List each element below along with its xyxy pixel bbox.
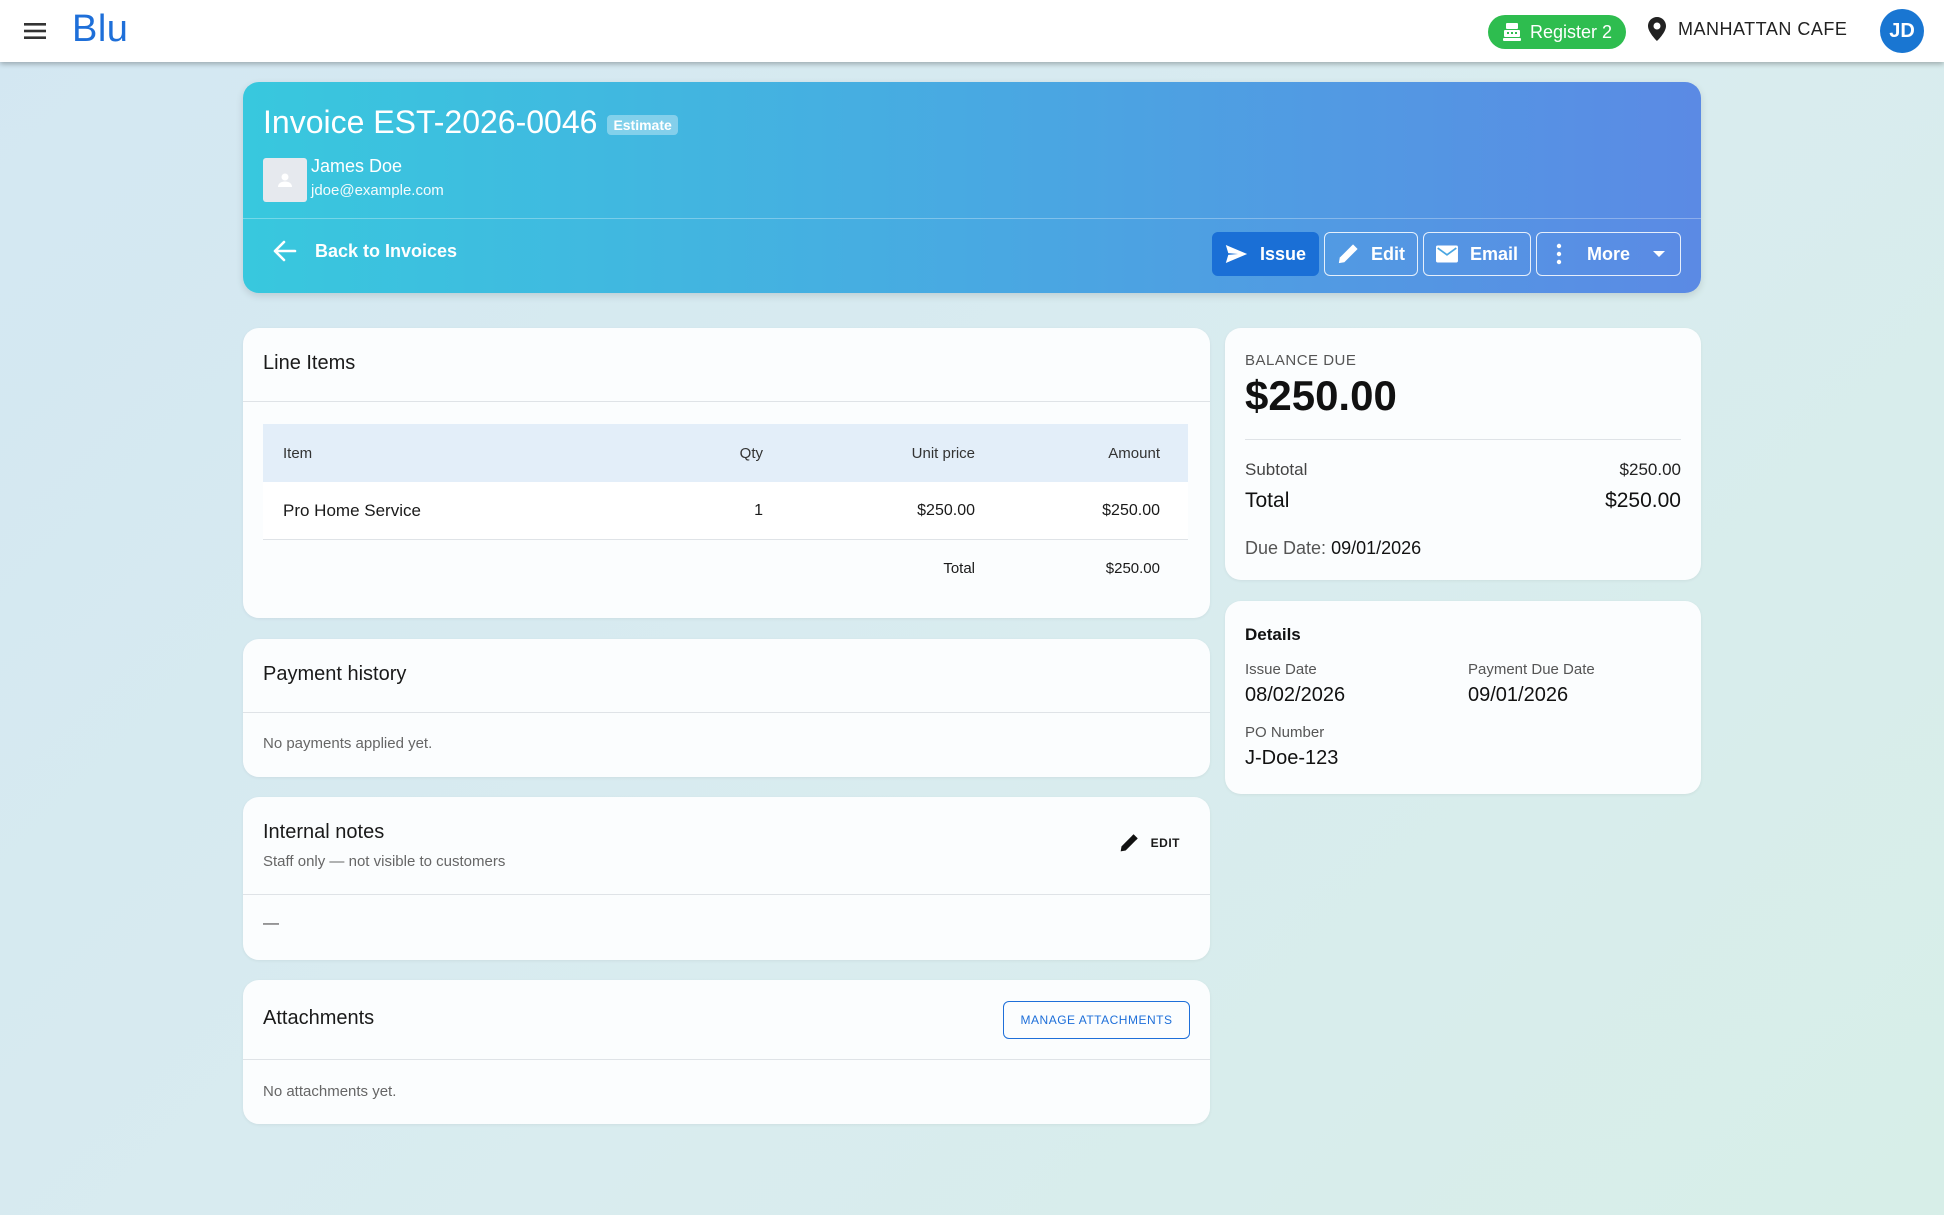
details-card: Details Issue Date 08/02/2026 Payment Du… xyxy=(1225,601,1701,794)
invoice-header: Invoice EST-2026-0046 Estimate James Doe… xyxy=(243,82,1701,293)
invoice-title: Invoice EST-2026-0046 xyxy=(263,104,598,140)
row-amount: $250.00 xyxy=(1102,501,1160,519)
total-label: Total xyxy=(943,559,975,577)
email-label: Email xyxy=(1469,243,1518,264)
issue-date-label: Issue Date xyxy=(1245,661,1317,678)
menu-icon xyxy=(24,23,46,39)
balance-total-label: Total xyxy=(1245,489,1290,512)
customer-avatar xyxy=(263,158,307,202)
column-header-amount: Amount xyxy=(1108,444,1160,462)
attachments-empty: No attachments yet. xyxy=(263,1083,397,1100)
edit-label: Edit xyxy=(1371,243,1405,264)
table-row[interactable]: Pro Home Service 1 $250.00 $250.00 xyxy=(263,482,1188,540)
cash-register-icon xyxy=(1502,23,1521,41)
subtotal-label: Subtotal xyxy=(1245,460,1308,479)
menu-button[interactable] xyxy=(20,15,52,47)
user-avatar[interactable]: JD xyxy=(1880,9,1924,53)
back-link-label: Back to Invoices xyxy=(315,240,458,261)
location-selector[interactable]: MANHATTAN CAFE xyxy=(1648,17,1847,41)
due-date-value: 09/01/2026 xyxy=(1331,538,1422,558)
register-label: Register 2 xyxy=(1529,21,1613,42)
payment-due-date-value: 09/01/2026 xyxy=(1468,684,1569,706)
top-app-bar: Blu Register 2 MANHATTAN CAFE JD xyxy=(0,0,1944,62)
subtotal-row: Subtotal $250.00 xyxy=(1245,460,1681,480)
send-icon xyxy=(1225,244,1248,264)
card-divider xyxy=(243,894,1210,895)
customer-name[interactable]: James Doe xyxy=(311,156,402,177)
due-date-row: Due Date: 09/01/2026 xyxy=(1245,538,1421,559)
line-items-table: Item Qty Unit price Amount Pro Home Serv… xyxy=(263,424,1188,596)
balance-total-value: $250.00 xyxy=(1605,489,1681,512)
payment-history-title: Payment history xyxy=(263,663,407,685)
total-row: Total $250.00 xyxy=(1245,489,1681,513)
manage-attachments-button[interactable]: MANAGE ATTACHMENTS xyxy=(1003,1001,1190,1039)
issue-label: Issue xyxy=(1259,243,1306,264)
header-divider xyxy=(243,218,1701,219)
location-pin-icon xyxy=(1648,17,1666,41)
total-value: $250.00 xyxy=(1105,559,1160,577)
row-qty: 1 xyxy=(754,501,763,519)
register-chip[interactable]: Register 2 xyxy=(1488,15,1626,49)
column-header-qty: Qty xyxy=(739,444,763,462)
row-unit-price: $250.00 xyxy=(917,501,975,519)
brand-logo[interactable]: Blu xyxy=(72,8,128,51)
attachments-card: Attachments MANAGE ATTACHMENTS No attach… xyxy=(243,980,1210,1124)
pencil-icon xyxy=(1338,244,1358,264)
invoice-actions: Issue Edit Email More xyxy=(1212,232,1681,276)
card-divider xyxy=(243,401,1210,402)
details-title: Details xyxy=(1245,625,1301,644)
edit-notes-button[interactable]: EDIT xyxy=(1119,833,1180,853)
issue-button[interactable]: Issue xyxy=(1212,232,1319,276)
status-badge: Estimate xyxy=(607,114,678,135)
line-items-card: Line Items Item Qty Unit price Amount Pr… xyxy=(243,328,1210,618)
payment-due-date-label: Payment Due Date xyxy=(1468,661,1595,678)
column-header-item: Item xyxy=(283,444,313,462)
payment-history-empty: No payments applied yet. xyxy=(263,735,433,752)
more-button[interactable]: More xyxy=(1536,232,1681,276)
card-divider xyxy=(1245,439,1681,440)
issue-date-value: 08/02/2026 xyxy=(1245,684,1346,706)
line-items-title: Line Items xyxy=(263,352,356,374)
edit-notes-label: EDIT xyxy=(1150,836,1180,850)
chevron-down-icon xyxy=(1653,251,1666,257)
balance-due-amount: $250.00 xyxy=(1245,372,1397,419)
email-button[interactable]: Email xyxy=(1423,232,1531,276)
table-header: Item Qty Unit price Amount xyxy=(263,424,1188,482)
column-header-unit-price: Unit price xyxy=(911,444,975,462)
internal-notes-title: Internal notes xyxy=(263,821,385,843)
person-icon xyxy=(278,173,292,187)
pencil-icon xyxy=(1120,834,1138,852)
balance-due-label: BALANCE DUE xyxy=(1245,352,1357,369)
payment-history-card: Payment history No payments applied yet. xyxy=(243,639,1210,777)
internal-notes-content: — xyxy=(263,915,279,932)
card-divider xyxy=(243,1059,1210,1060)
internal-notes-subtitle: Staff only — not visible to customers xyxy=(263,853,506,870)
invoice-title-row: Invoice EST-2026-0046 Estimate xyxy=(263,104,678,141)
internal-notes-card: Internal notes Staff only — not visible … xyxy=(243,797,1210,960)
po-number-label: PO Number xyxy=(1245,724,1325,741)
due-date-label: Due Date: xyxy=(1245,538,1327,558)
card-divider xyxy=(243,712,1210,713)
back-to-invoices-link[interactable]: Back to Invoices xyxy=(273,240,457,262)
customer-email[interactable]: jdoe@example.com xyxy=(311,182,444,199)
attachments-title: Attachments xyxy=(263,1007,375,1029)
balance-card: BALANCE DUE $250.00 Subtotal $250.00 Tot… xyxy=(1225,328,1701,580)
arrow-left-icon xyxy=(273,240,297,262)
po-number-value: J-Doe-123 xyxy=(1245,747,1339,769)
more-vert-icon xyxy=(1556,243,1562,265)
more-label: More xyxy=(1587,243,1631,264)
edit-button[interactable]: Edit xyxy=(1324,232,1418,276)
mail-icon xyxy=(1436,245,1458,263)
row-item-name: Pro Home Service xyxy=(283,500,421,520)
location-name: MANHATTAN CAFE xyxy=(1678,18,1848,39)
subtotal-value: $250.00 xyxy=(1619,460,1681,479)
table-total-row: Total $250.00 xyxy=(263,540,1188,596)
